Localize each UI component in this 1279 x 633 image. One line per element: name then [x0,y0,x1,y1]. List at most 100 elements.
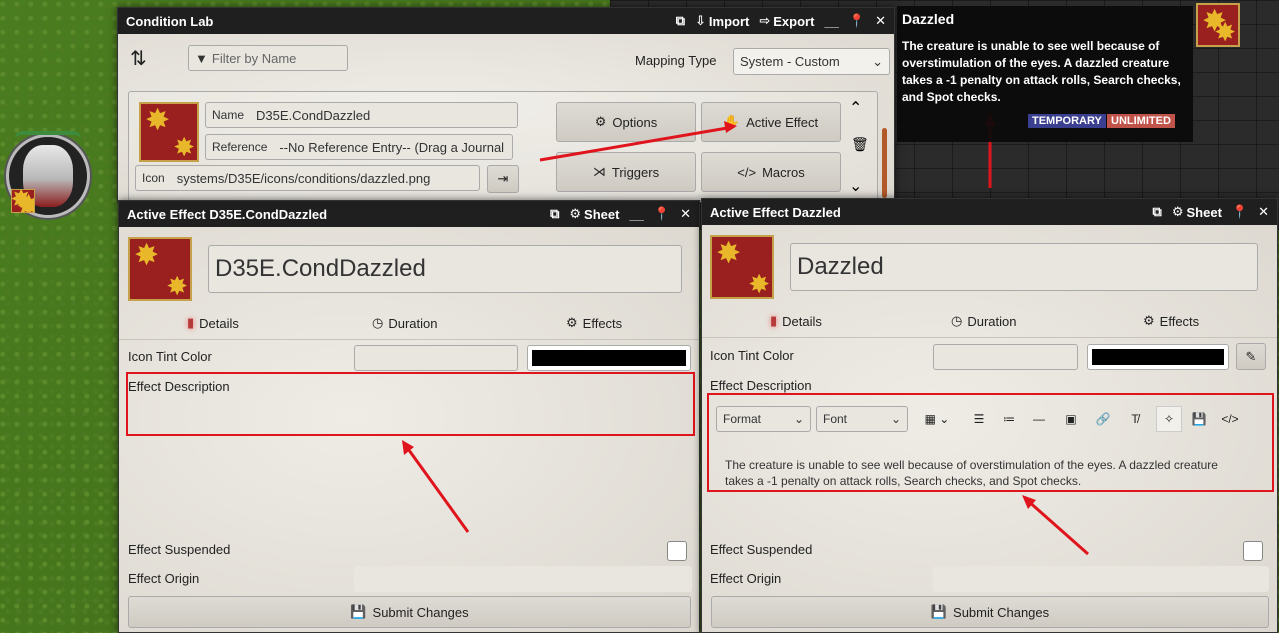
actor-token[interactable] [6,131,90,218]
close-icon[interactable]: ✕ [680,206,691,222]
annotation-box [126,372,695,436]
effect-description-text[interactable]: The creature is unable to see well becau… [725,457,1245,489]
horizontal-rule-icon[interactable]: — [1026,406,1052,432]
trash-icon[interactable]: 🗑 [851,136,869,153]
macros-button[interactable]: </> Macros [701,152,841,192]
close-icon[interactable]: ✕ [875,13,886,29]
temporary-badge: TEMPORARY [1028,114,1106,128]
tab-details[interactable]: ▮ Details [770,313,822,329]
minimize-button[interactable]: __ [629,207,643,222]
move-up-icon[interactable]: ⌃ [849,98,862,118]
icon-tint-label: Icon Tint Color [710,348,794,363]
icon-tint-input[interactable] [354,345,518,371]
save-icon[interactable]: 💾 [1186,406,1212,432]
effect-suspended-label: Effect Suspended [710,542,813,557]
table-icon[interactable]: ▦ ⌄ [914,406,960,432]
effect-suspended-checkbox[interactable] [1243,541,1263,561]
window-title: Active Effect D35E.CondDazzled [127,206,328,222]
tab-duration[interactable]: ◷ Duration [372,315,437,331]
eyedropper-icon: ✎ [1245,348,1257,364]
move-down-icon[interactable]: ⌄ [849,176,862,196]
icon-tint-label: Icon Tint Color [128,349,212,364]
tooltip-title: Dazzled [902,11,955,27]
icon-path-field[interactable]: Icon systems/D35E/icons/conditions/dazzl… [135,165,480,191]
bullet-list-icon[interactable]: ☰ [966,406,992,432]
effect-name-input[interactable]: Dazzled [790,243,1258,291]
submit-changes-button[interactable]: 💾 Submit Changes [711,596,1269,628]
condition-lab-titlebar[interactable]: Condition Lab ⧉ ⇩ Import ⇨ Export __ 📍 ✕ [118,8,894,34]
pin-icon[interactable]: 📍 [654,206,670,222]
image-icon[interactable]: ▣ [1058,406,1084,432]
tab-details[interactable]: ▮ Details [187,315,239,331]
minimize-button[interactable]: __ [824,14,838,29]
active-effect-button[interactable]: ✋ Active Effect [701,102,841,142]
import-icon: ⇩ [695,13,706,28]
filter-icon: ▼ [195,50,208,66]
name-field[interactable]: Name D35E.CondDazzled [205,102,518,128]
condition-row: Name D35E.CondDazzled Reference --No Ref… [128,91,878,201]
icon-tint-input[interactable] [933,344,1078,370]
sort-icon[interactable]: ⇅ [130,46,147,71]
icon-tint-color-picker[interactable] [527,345,691,371]
popout-icon[interactable]: ⧉ [550,206,559,222]
save-icon: 💾 [930,604,948,619]
export-button[interactable]: ⇨ Export [759,13,814,29]
effect-name-input[interactable]: D35E.CondDazzled [208,245,682,293]
cogs-icon: ⚙ [566,315,578,330]
reference-field[interactable]: Reference --No Reference Entry-- (Drag a… [205,134,513,160]
export-icon: ⇨ [759,13,771,28]
tab-divider [119,339,699,340]
icon-tint-color-picker[interactable] [1087,344,1229,370]
token-status-icon [11,189,35,213]
popout-icon[interactable]: ⧉ [1153,204,1162,220]
tab-effects[interactable]: ⚙ Effects [566,315,622,331]
unlimited-badge: UNLIMITED [1107,114,1175,128]
options-button[interactable]: ⚙ Options [556,102,696,142]
pin-icon[interactable]: 📍 [1232,204,1248,220]
active-effect-right-titlebar[interactable]: Active Effect Dazzled ⧉ ⚙ Sheet 📍 ✕ [702,199,1277,225]
tooltip-body: The creature is unable to see well becau… [902,39,1181,104]
file-import-icon: ⇥ [497,171,509,186]
clear-format-icon[interactable]: T̸ [1122,406,1148,432]
filter-input[interactable]: ▼ Filter by Name [188,45,348,71]
format-select[interactable]: Format ⌄ [716,406,811,432]
effect-description-label: Effect Description [710,378,812,393]
gear-icon: ⚙ [594,114,607,129]
effect-origin-input[interactable] [354,566,692,592]
effect-suspended-checkbox[interactable] [667,541,687,561]
font-select[interactable]: Font ⌄ [816,406,908,432]
tab-duration[interactable]: ◷ Duration [951,313,1016,329]
triggers-button[interactable]: ⋊ Triggers [556,152,696,192]
tab-effects[interactable]: ⚙ Effects [1143,313,1199,329]
close-icon[interactable]: ✕ [1258,204,1269,220]
sheet-button[interactable]: ⚙ Sheet [569,206,619,222]
popout-icon[interactable]: ⧉ [676,13,685,29]
source-code-icon[interactable]: </> [1216,406,1244,432]
token-health-bar [15,131,81,139]
link-icon[interactable]: 🔗 [1090,406,1116,432]
pin-icon[interactable]: 📍 [849,13,865,29]
tab-divider [702,337,1277,338]
magic-wand-icon[interactable]: ✧ [1156,406,1182,432]
eyedropper-button[interactable]: ✎ [1236,343,1266,370]
active-effect-window-left: Active Effect D35E.CondDazzled ⧉ ⚙ Sheet … [118,200,700,633]
active-effect-left-titlebar[interactable]: Active Effect D35E.CondDazzled ⧉ ⚙ Sheet … [119,201,699,227]
triggers-icon: ⋊ [592,164,606,179]
effect-icon-image[interactable] [128,237,192,301]
clock-icon: ◷ [951,313,963,328]
condition-icon-image[interactable] [139,102,199,162]
mapping-type-select[interactable]: System - Custom ⌄ [733,48,890,75]
chevron-down-icon: ⌄ [872,53,883,69]
tooltip-condition-icon [1196,3,1240,47]
effect-origin-input[interactable] [933,566,1269,592]
submit-changes-button[interactable]: 💾 Submit Changes [128,596,691,628]
effect-icon-image[interactable] [710,235,774,299]
gear-icon: ⚙ [569,206,582,221]
import-button[interactable]: ⇩ Import [695,13,749,29]
effect-suspended-label: Effect Suspended [128,542,231,557]
numbered-list-icon[interactable]: ≔ [996,406,1022,432]
sheet-button[interactable]: ⚙ Sheet [1172,204,1222,220]
file-picker-button[interactable]: ⇥ [487,165,519,193]
hand-sparkles-icon: ✋ [723,114,741,129]
scrollbar[interactable] [882,128,887,198]
